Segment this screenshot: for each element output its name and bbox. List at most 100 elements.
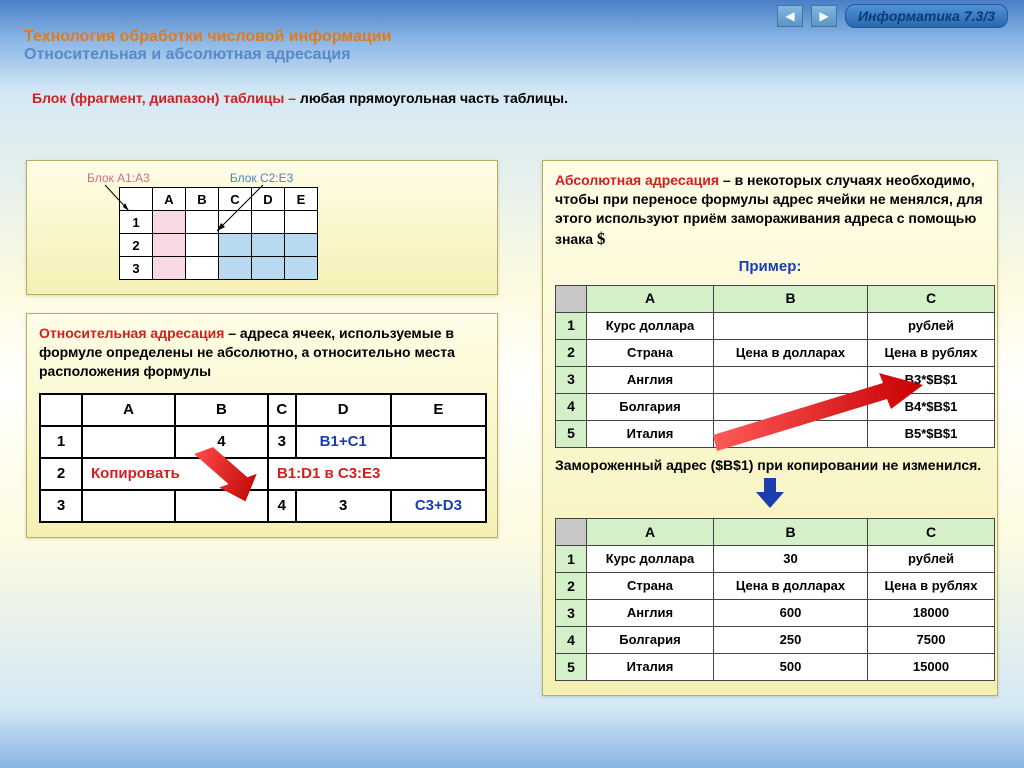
row-h: 2 [556,339,587,366]
page-title: Технология обработки числовой информации… [24,28,391,64]
col-h: D [252,188,285,211]
right-column: Абсолютная адресация – в некоторых случа… [542,160,998,696]
def-body: любая прямоугольная часть таблицы. [300,90,568,106]
col-h: A [153,188,186,211]
col-h: А [587,285,714,312]
cell: Болгария [587,627,714,654]
cell: Италия [587,420,714,447]
col-h: B [175,394,268,426]
cell: рублей [868,546,995,573]
example-label: Пример: [555,257,985,277]
row-h: 2 [40,458,82,490]
col-h: В [714,285,868,312]
col-h: A [82,394,175,426]
cell-formula: B4*$B$1 [868,393,995,420]
row-h: 1 [556,546,587,573]
row-h: 3 [120,257,153,280]
row-h: 5 [556,654,587,681]
sheet-values: А В С 1 Курс доллара 30 рублей 2 Страна … [555,518,995,681]
block-label-c: Блок С2:Е3 [230,171,294,185]
sheet-formulas: А В С 1 Курс доллара рублей 2 Страна Цен… [555,285,995,448]
col-h: В [714,519,868,546]
copy-dest: В1:D1 в С3:Е3 [268,458,486,490]
col-h: С [868,285,995,312]
row-h: 2 [556,573,587,600]
cell: 600 [714,600,868,627]
block-panel: Блок А1:А3 Блок С2:Е3 A B C D E 1 2 3 [26,160,498,295]
cell-formula: B3*$B$1 [868,366,995,393]
next-arrow-icon[interactable]: ▶ [811,5,837,27]
down-arrow-icon [750,476,790,510]
row-h: 3 [40,490,82,522]
row-h: 3 [556,366,587,393]
cell: Италия [587,654,714,681]
row-h: 4 [556,393,587,420]
col-h: C [268,394,296,426]
cell: 3 [268,426,296,458]
cell: Курс доллара [587,312,714,339]
left-column: Блок А1:А3 Блок С2:Е3 A B C D E 1 2 3 [26,160,498,538]
cell: 3 [296,490,391,522]
cell: 500 [714,654,868,681]
cell: Болгария [587,393,714,420]
cell: Страна [587,573,714,600]
col-h: C [219,188,252,211]
cell-formula: B1+C1 [296,426,391,458]
cell: Цена в рублях [868,339,995,366]
cell: Курс доллара [587,546,714,573]
row-h: 2 [120,234,153,257]
cell: Цена в рублях [868,573,995,600]
block-label-a: Блок А1:А3 [87,171,150,185]
cell: 30 [714,546,868,573]
cell: 15000 [868,654,995,681]
col-h: E [285,188,318,211]
relative-text: Относительная адресация – адреса ячеек, … [39,324,485,381]
cell: Страна [587,339,714,366]
top-nav: ◀ ▶ Информатика 7.3/3 [777,4,1008,28]
cell: 7500 [868,627,995,654]
def-term: Блок (фрагмент, диапазон) таблицы – [32,90,300,106]
cell: 4 [268,490,296,522]
cell-formula: B5*$B$1 [868,420,995,447]
row-h: 4 [556,627,587,654]
cell: рублей [868,312,995,339]
wide-table: A B C D E 1 4 3 B1+C1 2 Копировать В1:D1… [39,393,487,523]
cell: 250 [714,627,868,654]
col-h: А [587,519,714,546]
row-h: 5 [556,420,587,447]
row-h: 1 [40,426,82,458]
cell: Англия [587,366,714,393]
block-labels: Блок А1:А3 Блок С2:Е3 [87,171,485,185]
cell: Цена в долларах [714,339,868,366]
dollar-sign: $ [597,229,606,248]
row-h: 3 [556,600,587,627]
relative-panel: Относительная адресация – адреса ячеек, … [26,313,498,538]
cell: 18000 [868,600,995,627]
abs-term: Абсолютная адресация [555,172,719,188]
cell: Англия [587,600,714,627]
prev-arrow-icon[interactable]: ◀ [777,5,803,27]
abs-text: Абсолютная адресация – в некоторых случа… [555,171,985,251]
mini-table: A B C D E 1 2 3 [119,187,318,280]
copy-label: Копировать [82,458,268,490]
cell-formula: C3+D3 [391,490,486,522]
col-h: С [868,519,995,546]
cell: 4 [175,426,268,458]
page-badge: Информатика 7.3/3 [845,4,1008,28]
frozen-text: Замороженный адрес ($B$1) при копировани… [555,456,985,474]
definition-line: Блок (фрагмент, диапазон) таблицы – люба… [32,90,568,106]
title-line-1: Технология обработки числовой информации [24,28,391,46]
row-h: 1 [556,312,587,339]
absolute-panel: Абсолютная адресация – в некоторых случа… [542,160,998,696]
row-h: 1 [120,211,153,234]
title-line-2: Относительная и абсолютная адресация [24,46,391,64]
cell [714,366,868,393]
cell: Цена в долларах [714,573,868,600]
cell [714,312,868,339]
col-h: B [186,188,219,211]
cell [714,393,868,420]
col-h: E [391,394,486,426]
rel-term: Относительная адресация [39,325,224,341]
col-h: D [296,394,391,426]
cell [714,420,868,447]
